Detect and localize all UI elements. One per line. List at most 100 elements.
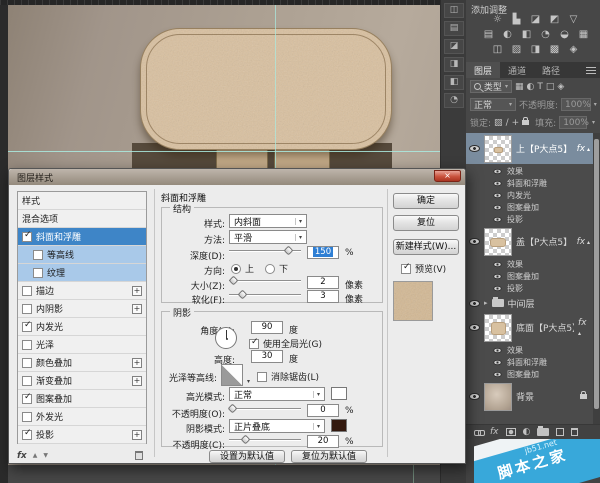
visibility-eye-icon[interactable] bbox=[493, 359, 502, 365]
preview-checkbox[interactable]: 预览(V) bbox=[401, 262, 446, 275]
group-name[interactable]: 中间层 bbox=[508, 297, 535, 310]
gloss-contour-thumbnail[interactable] bbox=[221, 364, 250, 386]
gradient-map-icon[interactable]: ▩ bbox=[547, 43, 562, 56]
photo-filter-icon[interactable]: ◔ bbox=[538, 28, 553, 41]
lock-position-icon[interactable]: + bbox=[512, 118, 520, 128]
visibility-eye-icon[interactable] bbox=[469, 145, 480, 152]
highlight-mode-dropdown[interactable]: 正常 bbox=[229, 387, 325, 401]
fx-badge[interactable]: fx bbox=[577, 144, 590, 154]
style-item-inner-glow[interactable]: 内发光 bbox=[18, 318, 146, 336]
direction-up-radio[interactable]: 上 bbox=[231, 262, 254, 275]
layer-name[interactable]: 底面【P大点5】 bbox=[516, 321, 574, 334]
dock-panel-icon-5[interactable]: ◧ bbox=[444, 75, 464, 90]
visibility-eye-icon[interactable] bbox=[493, 347, 502, 353]
anti-alias-checkbox[interactable]: 消除锯齿(L) bbox=[257, 370, 319, 383]
depth-slider[interactable] bbox=[229, 245, 301, 256]
layer-thumbnail[interactable] bbox=[484, 313, 512, 342]
link-layers-icon[interactable] bbox=[474, 429, 485, 436]
move-effect-down-icon[interactable]: ▼ bbox=[43, 452, 48, 459]
lock-pixels-icon[interactable]: / bbox=[506, 118, 509, 128]
fx-badge[interactable]: fx bbox=[578, 318, 590, 338]
hue-saturation-icon[interactable]: ▤ bbox=[481, 28, 496, 41]
visibility-eye-icon[interactable] bbox=[469, 238, 480, 245]
effect-drop-shadow[interactable]: 投影 bbox=[466, 282, 593, 294]
checkbox[interactable] bbox=[22, 303, 32, 314]
visibility-eye-icon[interactable] bbox=[493, 216, 502, 222]
global-light-checkbox[interactable]: 使用全局光(G) bbox=[249, 337, 322, 350]
layer-thumbnail[interactable] bbox=[484, 382, 512, 411]
depth-field[interactable]: 150 bbox=[307, 246, 339, 259]
checkbox[interactable] bbox=[22, 392, 32, 404]
shadow-opacity-field[interactable]: 20 bbox=[307, 435, 339, 448]
fx-icon[interactable]: fx bbox=[17, 451, 27, 461]
exposure-icon[interactable]: ◩ bbox=[547, 13, 562, 26]
style-item-texture[interactable]: 纹理 bbox=[18, 264, 146, 282]
black-white-icon[interactable]: ◧ bbox=[519, 28, 534, 41]
posterize-icon[interactable]: ▨ bbox=[509, 43, 524, 56]
effect-drop-shadow[interactable]: 投影 bbox=[466, 213, 593, 225]
color-balance-icon[interactable]: ◐ bbox=[500, 28, 515, 41]
size-field[interactable]: 2 bbox=[307, 276, 339, 289]
effect-bevel-emboss[interactable]: 斜面和浮雕 bbox=[466, 177, 593, 189]
visibility-eye-icon[interactable] bbox=[469, 299, 480, 307]
panel-menu-icon[interactable] bbox=[586, 67, 596, 74]
layer-name[interactable]: 上【P大点5】 bbox=[516, 142, 572, 155]
style-item-styles[interactable]: 样式 bbox=[18, 192, 146, 210]
visibility-eye-icon[interactable] bbox=[493, 204, 502, 210]
visibility-eye-icon[interactable] bbox=[493, 192, 502, 198]
slider-thumb[interactable] bbox=[283, 245, 294, 256]
checkbox[interactable] bbox=[22, 230, 32, 242]
checkbox[interactable] bbox=[22, 428, 32, 440]
scrollbar-thumb[interactable] bbox=[594, 139, 599, 409]
visibility-eye-icon[interactable] bbox=[493, 261, 502, 267]
layers-scrollbar[interactable] bbox=[593, 133, 600, 424]
dock-panel-icon-2[interactable]: ▤ bbox=[444, 21, 464, 36]
style-item-inner-shadow[interactable]: 内阴影 + bbox=[18, 300, 146, 318]
dialog-titlebar[interactable]: 图层样式 bbox=[9, 169, 465, 185]
layer-row-top[interactable]: 上【P大点5】 fx bbox=[466, 133, 593, 164]
add-layer-mask-icon[interactable] bbox=[505, 428, 516, 436]
soften-slider[interactable] bbox=[229, 289, 301, 300]
reset-button[interactable]: 复位 bbox=[393, 215, 459, 231]
effect-inner-glow[interactable]: 内发光 bbox=[466, 189, 593, 201]
effects-row[interactable]: 效果 bbox=[466, 258, 593, 270]
shadow-mode-dropdown[interactable]: 正片叠底 bbox=[229, 419, 325, 433]
checkbox[interactable] bbox=[22, 320, 32, 332]
altitude-field[interactable]: 30 bbox=[251, 350, 283, 363]
filter-kind-dropdown[interactable]: 类型 bbox=[470, 80, 512, 93]
checkbox[interactable] bbox=[33, 267, 43, 278]
visibility-eye-icon[interactable] bbox=[493, 285, 502, 291]
size-slider[interactable] bbox=[228, 275, 301, 286]
angle-field[interactable]: 90 bbox=[251, 321, 283, 334]
dock-panel-icon-4[interactable]: ◨ bbox=[444, 57, 464, 72]
effect-bevel-emboss[interactable]: 斜面和浮雕 bbox=[466, 356, 593, 368]
opacity-field[interactable]: 100% bbox=[561, 98, 592, 111]
slider-thumb[interactable] bbox=[228, 275, 239, 286]
layer-thumbnail[interactable] bbox=[484, 134, 512, 163]
lock-all-icon[interactable] bbox=[522, 117, 530, 125]
vibrance-icon[interactable]: ▽ bbox=[566, 13, 581, 26]
highlight-opacity-field[interactable]: 0 bbox=[307, 404, 339, 417]
new-group-icon[interactable] bbox=[537, 426, 550, 436]
direction-down-radio[interactable]: 下 bbox=[265, 262, 288, 275]
ok-button[interactable]: 确定 bbox=[393, 193, 459, 209]
angle-dial[interactable] bbox=[215, 327, 237, 349]
curves-icon[interactable]: ◪ bbox=[528, 13, 543, 26]
style-item-satin[interactable]: 光泽 bbox=[18, 336, 146, 354]
shadow-opacity-slider[interactable] bbox=[229, 434, 301, 445]
color-lookup-icon[interactable]: ▦ bbox=[576, 28, 591, 41]
delete-effect-icon[interactable] bbox=[135, 451, 143, 460]
dock-panel-icon-6[interactable]: ◔ bbox=[444, 93, 464, 108]
move-effect-up-icon[interactable]: ▲ bbox=[33, 452, 38, 459]
soften-field[interactable]: 3 bbox=[307, 290, 339, 303]
new-style-button[interactable]: 新建样式(W)... bbox=[393, 239, 459, 255]
visibility-eye-icon[interactable] bbox=[469, 324, 480, 331]
visibility-eye-icon[interactable] bbox=[493, 168, 502, 174]
style-item-contour[interactable]: 等高线 bbox=[18, 246, 146, 264]
effects-row[interactable]: 效果 bbox=[466, 165, 593, 177]
effect-pattern-overlay[interactable]: 图案叠加 bbox=[466, 201, 593, 213]
checkbox[interactable] bbox=[22, 339, 32, 350]
selective-color-icon[interactable]: ◈ bbox=[566, 43, 581, 56]
reset-default-button[interactable]: 复位为默认值 bbox=[291, 450, 367, 463]
filter-pixel-icon[interactable]: ▦ bbox=[515, 82, 524, 92]
